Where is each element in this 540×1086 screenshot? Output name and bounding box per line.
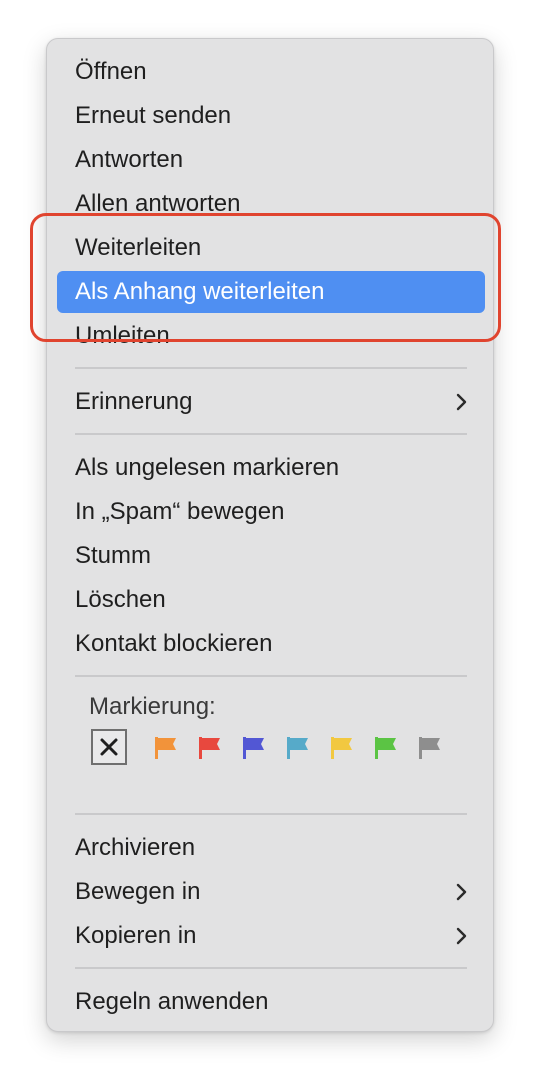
flag-yellow-icon[interactable] bbox=[329, 735, 355, 761]
flag-purple-icon[interactable] bbox=[241, 735, 267, 761]
menu-item-umleiten[interactable]: Umleiten bbox=[57, 315, 485, 357]
menu-separator bbox=[75, 675, 467, 677]
flag-gray-icon[interactable] bbox=[417, 735, 443, 761]
flag-orange-icon[interactable] bbox=[153, 735, 179, 761]
chevron-right-icon bbox=[456, 883, 467, 901]
flag-blue-icon[interactable] bbox=[285, 735, 311, 761]
menu-item-kopieren-in[interactable]: Kopieren in bbox=[57, 915, 485, 957]
menu-item-als-anhang-weiterleiten[interactable]: Als Anhang weiterleiten bbox=[57, 271, 485, 313]
flag-green-icon[interactable] bbox=[373, 735, 399, 761]
clear-flag-button[interactable] bbox=[91, 729, 127, 765]
menu-item-regeln-anwenden[interactable]: Regeln anwenden bbox=[57, 981, 485, 1023]
menu-item-oeffnen[interactable]: Öffnen bbox=[57, 51, 485, 93]
menu-item-allen-antworten[interactable]: Allen antworten bbox=[57, 183, 485, 225]
menu-item-archivieren[interactable]: Archivieren bbox=[57, 827, 485, 869]
menu-item-erneut-senden[interactable]: Erneut senden bbox=[57, 95, 485, 137]
menu-item-weiterleiten[interactable]: Weiterleiten bbox=[57, 227, 485, 269]
menu-separator bbox=[75, 367, 467, 369]
close-icon bbox=[100, 738, 118, 756]
flag-red-icon[interactable] bbox=[197, 735, 223, 761]
menu-separator bbox=[75, 813, 467, 815]
menu-item-kontakt-blockieren[interactable]: Kontakt blockieren bbox=[57, 623, 485, 665]
menu-item-label: Erinnerung bbox=[75, 388, 193, 415]
flag-section-label: Markierung: bbox=[89, 693, 216, 720]
menu-item-bewegen-in[interactable]: Bewegen in bbox=[57, 871, 485, 913]
menu-item-in-spam-bewegen[interactable]: In „Spam“ bewegen bbox=[57, 491, 485, 533]
chevron-right-icon bbox=[456, 393, 467, 411]
menu-item-loeschen[interactable]: Löschen bbox=[57, 579, 485, 621]
menu-item-label: Kopieren in bbox=[75, 922, 197, 949]
menu-item-antworten[interactable]: Antworten bbox=[57, 139, 485, 181]
menu-separator bbox=[75, 433, 467, 435]
menu-item-label: Bewegen in bbox=[75, 878, 201, 905]
menu-item-stumm[interactable]: Stumm bbox=[57, 535, 485, 577]
menu-separator bbox=[75, 967, 467, 969]
context-menu: Öffnen Erneut senden Antworten Allen ant… bbox=[46, 38, 494, 1032]
menu-item-als-ungelesen-markieren[interactable]: Als ungelesen markieren bbox=[57, 447, 485, 489]
chevron-right-icon bbox=[456, 927, 467, 945]
menu-item-erinnerung[interactable]: Erinnerung bbox=[57, 381, 485, 423]
